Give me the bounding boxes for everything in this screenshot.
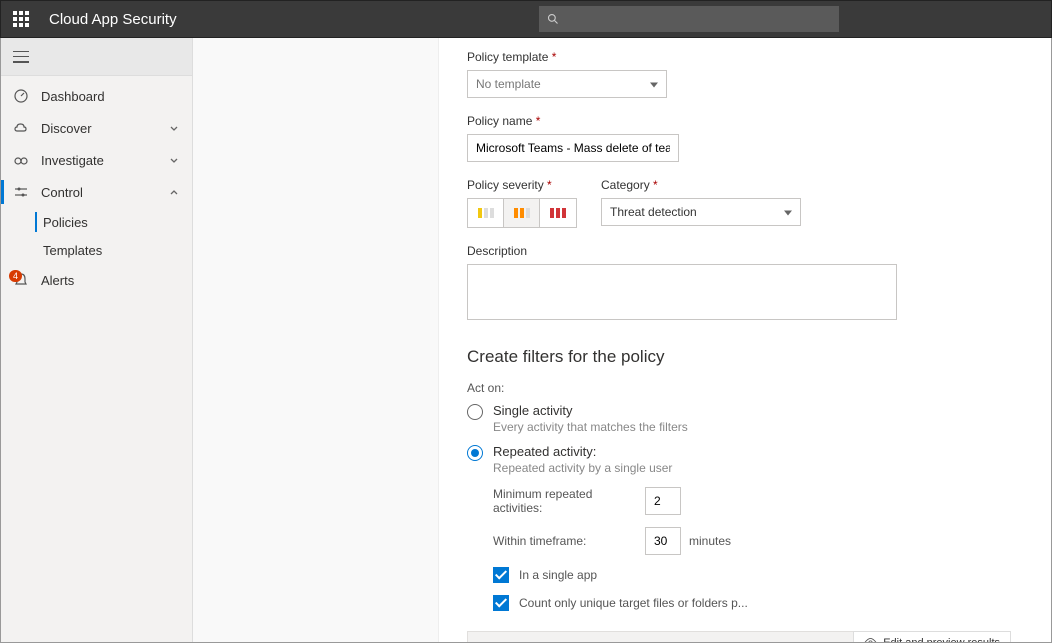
search-input[interactable] bbox=[539, 6, 839, 32]
sidebar-item-alerts[interactable]: 4 Alerts bbox=[1, 264, 192, 296]
app-launcher-icon[interactable] bbox=[13, 11, 29, 27]
hamburger-icon[interactable] bbox=[13, 51, 29, 63]
within-timeframe-input[interactable] bbox=[645, 527, 681, 555]
policy-name-label: Policy name bbox=[467, 114, 1011, 128]
description-textarea[interactable] bbox=[467, 264, 897, 320]
app-title: Cloud App Security bbox=[49, 11, 177, 28]
eye-icon bbox=[864, 636, 877, 642]
main-pane: Policy template No template Policy name … bbox=[439, 38, 1051, 642]
category-label: Category bbox=[601, 178, 801, 192]
sidebar-item-label: Dashboard bbox=[41, 89, 180, 104]
category-select[interactable]: Threat detection bbox=[601, 198, 801, 226]
single-app-checkbox[interactable] bbox=[493, 567, 509, 583]
sidebar-item-dashboard[interactable]: Dashboard bbox=[1, 80, 192, 112]
sidebar-item-label: Investigate bbox=[41, 153, 168, 168]
single-activity-label: Single activity bbox=[493, 403, 1011, 418]
sidebar-subitem-policies[interactable]: Policies bbox=[1, 208, 192, 236]
sidebar-item-label: Policies bbox=[43, 215, 180, 230]
unique-targets-checkbox[interactable] bbox=[493, 595, 509, 611]
single-activity-radio[interactable] bbox=[467, 404, 483, 420]
binoculars-icon bbox=[13, 152, 29, 168]
severity-medium-button[interactable] bbox=[504, 199, 540, 227]
left-pane bbox=[193, 38, 439, 642]
single-app-label: In a single app bbox=[519, 568, 597, 582]
alerts-badge: 4 bbox=[9, 270, 22, 282]
policy-template-select[interactable]: No template bbox=[467, 70, 667, 98]
cloud-icon bbox=[13, 120, 29, 136]
unique-targets-label: Count only unique target files or folder… bbox=[519, 596, 748, 610]
severity-high-button[interactable] bbox=[540, 199, 576, 227]
chevron-down-icon bbox=[168, 122, 180, 134]
description-label: Description bbox=[467, 244, 1011, 258]
sidebar-item-investigate[interactable]: Investigate bbox=[1, 144, 192, 176]
search-wrap bbox=[539, 6, 839, 32]
severity-low-button[interactable] bbox=[468, 199, 504, 227]
act-on-label: Act on: bbox=[467, 381, 1011, 395]
min-repeated-label: Minimum repeated activities: bbox=[493, 487, 645, 515]
policy-name-input[interactable] bbox=[467, 134, 679, 162]
sidebar-item-label: Templates bbox=[43, 243, 180, 258]
top-bar: Cloud App Security bbox=[0, 0, 1052, 38]
policy-severity-label: Policy severity bbox=[467, 178, 577, 192]
gauge-icon bbox=[13, 88, 29, 104]
sidebar-item-label: Alerts bbox=[41, 273, 180, 288]
repeated-activity-desc: Repeated activity by a single user bbox=[493, 461, 1011, 475]
single-activity-desc: Every activity that matches the filters bbox=[493, 420, 1011, 434]
sidebar-item-discover[interactable]: Discover bbox=[1, 112, 192, 144]
edit-preview-button[interactable]: Edit and preview results bbox=[853, 631, 1011, 642]
search-icon bbox=[547, 13, 559, 25]
within-timeframe-label: Within timeframe: bbox=[493, 534, 645, 548]
chevron-down-icon bbox=[168, 154, 180, 166]
chevron-up-icon bbox=[168, 186, 180, 198]
repeated-activity-radio[interactable] bbox=[467, 445, 483, 461]
sidebar-item-label: Discover bbox=[41, 121, 168, 136]
severity-group bbox=[467, 198, 577, 228]
sidebar: Dashboard Discover Investigate Control P… bbox=[1, 38, 193, 642]
sidebar-item-label: Control bbox=[41, 185, 168, 200]
filters-heading: Create filters for the policy bbox=[467, 347, 1011, 367]
within-unit-label: minutes bbox=[689, 534, 731, 548]
sliders-icon bbox=[13, 184, 29, 200]
filter-box: Edit and preview results ACTIVITIES MATC… bbox=[467, 631, 1011, 642]
min-repeated-input[interactable] bbox=[645, 487, 681, 515]
policy-template-label: Policy template bbox=[467, 50, 1011, 64]
repeated-activity-label: Repeated activity: bbox=[493, 444, 1011, 459]
sidebar-item-control[interactable]: Control bbox=[1, 176, 192, 208]
sidebar-subitem-templates[interactable]: Templates bbox=[1, 236, 192, 264]
